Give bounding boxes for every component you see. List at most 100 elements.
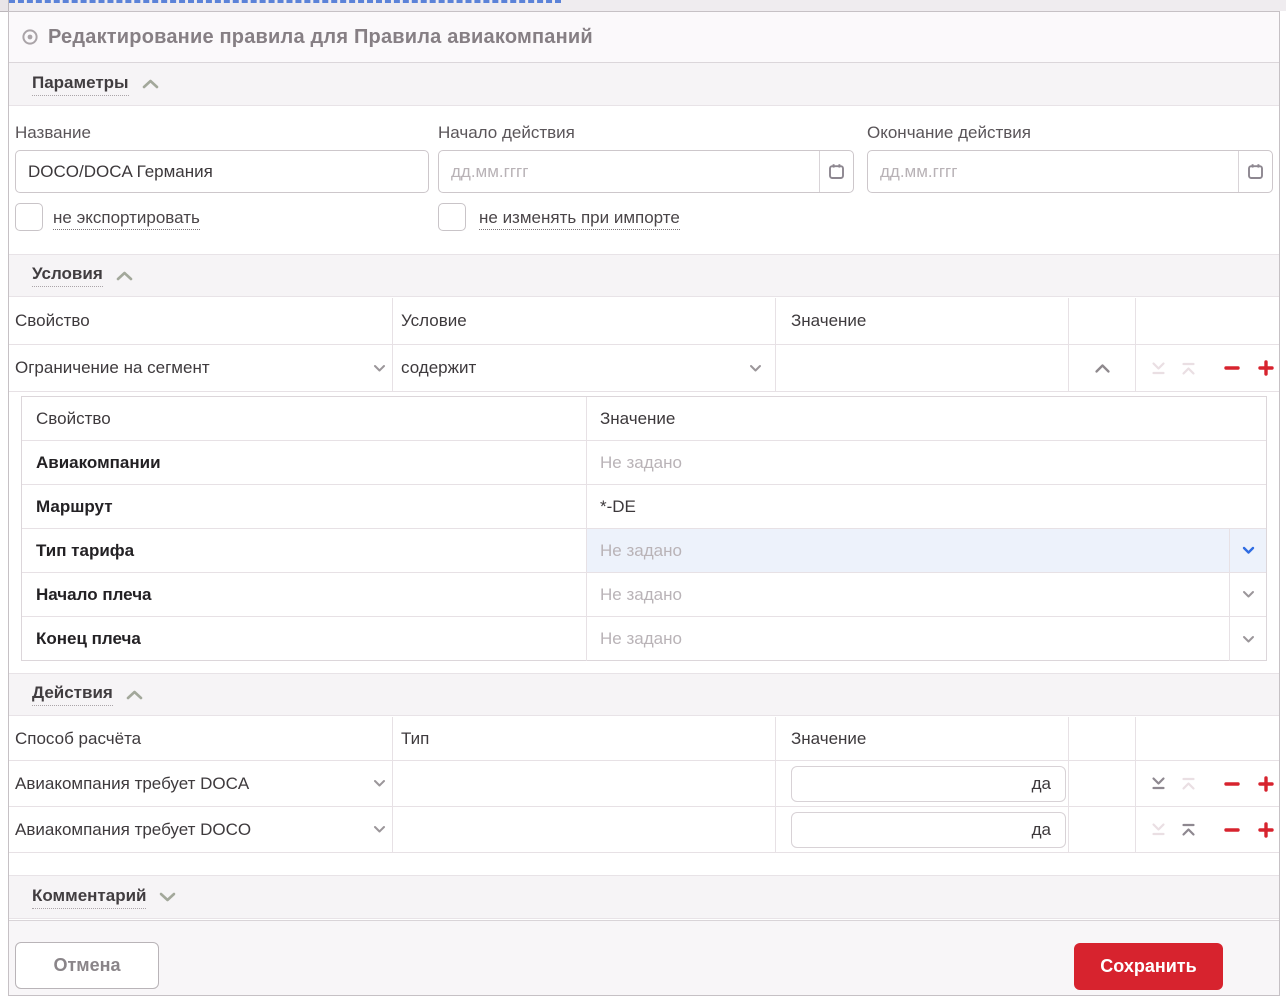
move-up-icon: [1180, 361, 1197, 376]
actions-header-row: Способ расчёта Тип Значение: [9, 717, 1279, 761]
chevron-down-icon[interactable]: [1229, 617, 1266, 661]
no-export-label[interactable]: не экспортировать: [53, 208, 200, 230]
actions-col-actions: [1136, 717, 1279, 760]
segment-row-label: Тип тарифа: [36, 541, 134, 561]
end-date-label: Окончание действия: [867, 123, 1031, 143]
title-bar: Редактирование правила для Правила авиак…: [9, 12, 1279, 63]
remove-row-icon[interactable]: [1223, 775, 1241, 793]
calendar-icon[interactable]: [819, 151, 853, 192]
chevron-down-icon[interactable]: [1229, 573, 1266, 616]
calendar-icon[interactable]: [1238, 151, 1272, 192]
action-method-select[interactable]: Авиакомпания требует DOCA: [9, 761, 366, 806]
actions-col-collapse: [1069, 717, 1136, 760]
move-up-icon: [1180, 776, 1197, 791]
segment-row: Авиакомпании Не задано: [22, 441, 1266, 485]
section-comment-header: Комментарий: [9, 875, 1279, 919]
move-up-icon[interactable]: [1180, 822, 1197, 837]
chevron-down-icon[interactable]: [366, 761, 393, 806]
segment-row-value[interactable]: Не задано: [587, 573, 1229, 616]
row-actions-cell: [1136, 761, 1279, 806]
condition-property-select[interactable]: Ограничение на сегмент: [9, 345, 366, 391]
start-date-input[interactable]: [438, 150, 854, 193]
cropped-breadcrumb-link[interactable]: [9, 0, 561, 3]
rule-target-icon: [21, 28, 39, 46]
actions-col-method: Способ расчёта: [9, 717, 393, 760]
chevron-down-icon[interactable]: [735, 345, 776, 391]
conditions-col-condition: Условие: [393, 298, 776, 344]
collapse-cell: [1069, 807, 1136, 852]
segment-row-value[interactable]: Не задано: [587, 617, 1229, 661]
segment-subtable: Свойство Значение Авиакомпании Не задано…: [21, 396, 1267, 661]
no-import-change-label[interactable]: не изменять при импорте: [479, 208, 680, 230]
conditions-col-collapse: [1069, 298, 1136, 344]
action-method-select[interactable]: Авиакомпания требует DOCO: [9, 807, 366, 852]
name-input[interactable]: [15, 150, 429, 193]
section-parameters-header: Параметры: [9, 63, 1279, 106]
segment-row-value[interactable]: *-DE: [587, 485, 1266, 528]
edit-rule-panel: Редактирование правила для Правила авиак…: [8, 11, 1280, 996]
segment-row-label: Конец плеча: [36, 629, 141, 649]
segment-col-value: Значение: [587, 397, 1266, 440]
action-row: Авиакомпания требует DOCA да: [9, 761, 1279, 807]
segment-row: Маршрут *-DE: [22, 485, 1266, 529]
actions-col-value: Значение: [776, 717, 1069, 760]
actions-col-type: Тип: [393, 717, 776, 760]
segment-row: Начало плеча Не задано: [22, 573, 1266, 617]
move-down-icon: [1150, 822, 1167, 837]
chevron-down-icon[interactable]: [366, 807, 393, 852]
add-row-icon[interactable]: [1257, 821, 1275, 839]
chevron-up-icon[interactable]: [141, 78, 160, 90]
segment-header-row: Свойство Значение: [22, 397, 1266, 441]
segment-row-label: Маршрут: [36, 497, 113, 517]
collapse-segment-icon[interactable]: [1094, 363, 1111, 374]
condition-value-cell[interactable]: [776, 345, 1069, 391]
row-actions-cell: [1136, 807, 1279, 852]
chevron-up-icon[interactable]: [115, 270, 134, 282]
section-comment-title[interactable]: Комментарий: [32, 886, 146, 909]
chevron-up-icon[interactable]: [125, 689, 144, 701]
action-type-cell[interactable]: [393, 761, 776, 806]
start-date-label: Начало действия: [438, 123, 575, 143]
conditions-col-actions: [1136, 298, 1279, 344]
chevron-down-icon[interactable]: [158, 891, 177, 903]
cancel-button[interactable]: Отмена: [15, 942, 159, 989]
move-down-icon: [1150, 361, 1167, 376]
section-parameters-title[interactable]: Параметры: [32, 73, 129, 96]
section-actions-title[interactable]: Действия: [32, 683, 113, 706]
segment-col-property: Свойство: [22, 397, 587, 440]
add-row-icon[interactable]: [1257, 775, 1275, 793]
no-import-change-checkbox[interactable]: [438, 203, 466, 231]
top-strip: [0, 0, 1286, 11]
segment-row: Тип тарифа Не задано: [22, 529, 1266, 573]
name-label: Название: [15, 123, 91, 143]
add-row-icon[interactable]: [1257, 359, 1275, 377]
segment-row-label: Авиакомпании: [36, 453, 161, 473]
condition-operator-select[interactable]: содержит: [393, 345, 735, 391]
collapse-cell: [1069, 345, 1136, 391]
action-value-input[interactable]: да: [791, 812, 1066, 848]
row-actions-cell: [1136, 345, 1279, 391]
section-conditions-title[interactable]: Условия: [32, 264, 103, 287]
remove-row-icon[interactable]: [1223, 359, 1241, 377]
move-down-icon[interactable]: [1150, 776, 1167, 791]
action-row: Авиакомпания требует DOCO да: [9, 807, 1279, 853]
footer-bar: Отмена Сохранить: [9, 920, 1279, 995]
remove-row-icon[interactable]: [1223, 821, 1241, 839]
conditions-col-property: Свойство: [9, 298, 393, 344]
screen: Редактирование правила для Правила авиак…: [0, 0, 1286, 1003]
segment-row-label: Начало плеча: [36, 585, 152, 605]
end-date-input[interactable]: [867, 150, 1273, 193]
no-export-checkbox[interactable]: [15, 203, 43, 231]
action-value-cell: да: [776, 807, 1069, 852]
save-button[interactable]: Сохранить: [1074, 943, 1223, 990]
action-type-cell[interactable]: [393, 807, 776, 852]
segment-row-value[interactable]: Не задано: [587, 441, 1266, 484]
action-value-cell: да: [776, 761, 1069, 806]
action-value-input[interactable]: да: [791, 766, 1066, 802]
chevron-down-icon[interactable]: [1229, 529, 1266, 572]
conditions-header-row: Свойство Условие Значение: [9, 298, 1279, 345]
section-conditions-header: Условия: [9, 254, 1279, 297]
page-title: Редактирование правила для Правила авиак…: [48, 26, 593, 49]
segment-row-value[interactable]: Не задано: [587, 529, 1229, 572]
chevron-down-icon[interactable]: [366, 345, 393, 391]
